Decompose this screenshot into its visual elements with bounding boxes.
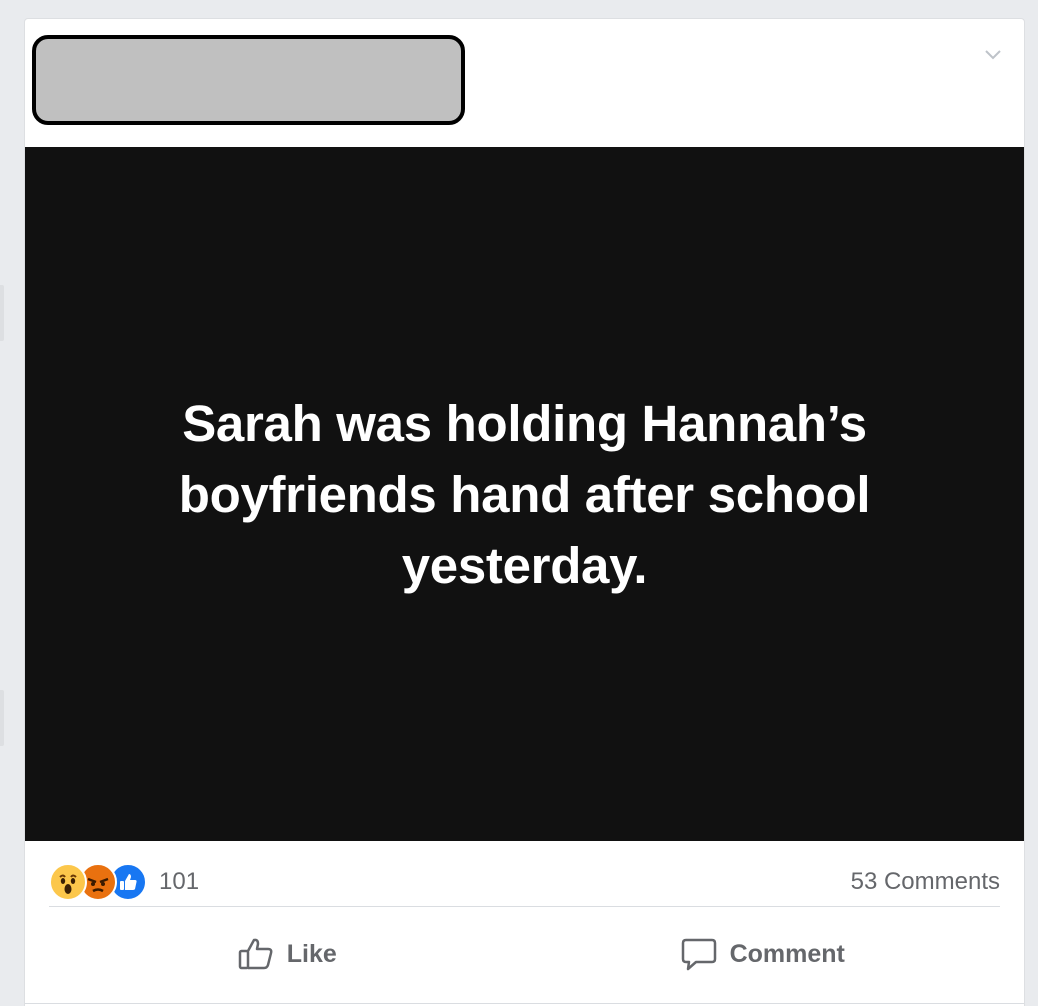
reaction-summary[interactable]: 101 — [49, 862, 200, 901]
comment-button-label: Comment — [729, 939, 845, 968]
like-button[interactable]: Like — [49, 921, 525, 987]
thumbs-up-icon — [237, 936, 287, 972]
post-image-text: Sarah was holding Hannah’s boyfriends ha… — [178, 394, 871, 594]
card-bottom-divider — [25, 1003, 1024, 1004]
comment-bubble-icon — [680, 936, 730, 972]
post-image[interactable]: Sarah was holding Hannah’s boyfriends ha… — [25, 147, 1024, 841]
reactions-bar: 101 53 Comments — [49, 857, 1000, 907]
redacted-author-header — [32, 35, 465, 125]
like-button-label: Like — [286, 939, 337, 968]
chevron-down-icon[interactable] — [984, 49, 1001, 61]
post-card: Sarah was holding Hannah’s boyfriends ha… — [24, 18, 1025, 1006]
wow-reaction-icon — [49, 862, 87, 901]
background-tab-upper — [0, 285, 4, 341]
action-bar: Like Comment — [49, 921, 1000, 987]
comment-button[interactable]: Comment — [525, 921, 1001, 987]
reaction-count: 101 — [159, 867, 200, 895]
comments-count-link[interactable]: 53 Comments — [851, 868, 1000, 896]
background-tab-lower — [0, 690, 4, 746]
